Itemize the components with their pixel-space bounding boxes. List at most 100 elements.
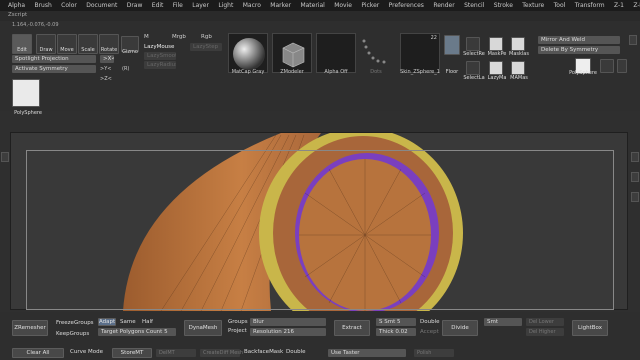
target-polygons-slider[interactable]: Target Polygons Count 5: [98, 328, 176, 336]
dots-stroke-icon: [362, 39, 386, 64]
right-side-button-1[interactable]: [631, 152, 639, 162]
gizmo-label: Gizmo: [122, 49, 138, 55]
z-axis-toggle[interactable]: >Z<: [100, 76, 112, 82]
menu-item-z-b[interactable]: Z-B: [633, 2, 640, 9]
menu-item-transform[interactable]: Transform: [575, 2, 605, 9]
create-diff-mesh-button[interactable]: CreateDiff Mesh: [200, 349, 243, 357]
right-side-button-3[interactable]: [631, 192, 639, 202]
menu-item-marker[interactable]: Marker: [270, 2, 291, 9]
activate-symmetry-button[interactable]: Activate Symmetry: [12, 65, 96, 73]
menu-item-edit[interactable]: Edit: [152, 2, 164, 9]
menu-item-tool[interactable]: Tool: [554, 2, 566, 9]
menu-item-z-1[interactable]: Z-1: [614, 2, 624, 9]
zmodeler-thumbnail[interactable]: [272, 33, 312, 73]
project-toggle[interactable]: Project: [228, 328, 247, 334]
mamask-label: MAMas: [510, 75, 528, 81]
menu-item-light[interactable]: Light: [218, 2, 233, 9]
x-axis-toggle[interactable]: >X<: [100, 55, 114, 63]
menu-item-alpha[interactable]: Alpha: [8, 2, 25, 9]
right-side-button-2[interactable]: [631, 172, 639, 182]
resolution-slider[interactable]: Resolution 216: [250, 328, 326, 336]
del-mt-button[interactable]: DelMT: [156, 349, 196, 357]
stroke-thumbnail[interactable]: [356, 33, 396, 73]
same-toggle[interactable]: Same: [120, 319, 136, 325]
mamask-button[interactable]: [511, 61, 525, 75]
store-mt-button[interactable]: StoreMT: [112, 348, 152, 358]
smt-toggle[interactable]: Smt: [484, 318, 522, 326]
menu-item-draw[interactable]: Draw: [127, 2, 143, 9]
groups-toggle[interactable]: Groups: [228, 319, 248, 325]
menu-item-picker[interactable]: Picker: [361, 2, 379, 9]
menu-item-color[interactable]: Color: [61, 2, 77, 9]
menu-item-document[interactable]: Document: [86, 2, 117, 9]
menu-item-stroke[interactable]: Stroke: [494, 2, 513, 9]
half-toggle[interactable]: Half: [142, 319, 153, 325]
alpha-thumbnail[interactable]: [316, 33, 356, 73]
clear-all-button[interactable]: Clear All: [12, 348, 64, 358]
lazymask-button[interactable]: [489, 61, 503, 75]
thick-slider[interactable]: Thick 0.02: [376, 328, 416, 336]
maskpen-label: MaskPe: [487, 51, 507, 57]
divide-button[interactable]: Divide: [442, 320, 478, 336]
material-label: MatCap Gray: [231, 69, 265, 75]
menu-item-preferences[interactable]: Preferences: [389, 2, 424, 9]
curve-mode-toggle[interactable]: Curve Mode: [70, 349, 103, 355]
del-higher-button[interactable]: Del Higher: [526, 328, 564, 336]
r-axis-toggle[interactable]: (R): [122, 66, 129, 72]
left-side-button[interactable]: [1, 152, 9, 162]
rgb-toggle[interactable]: Rgb: [201, 34, 212, 40]
polish-button[interactable]: Polish: [414, 349, 454, 357]
spotlight-projection-button[interactable]: Spotlight Projection: [12, 55, 96, 63]
selectrect-button[interactable]: [466, 37, 480, 51]
floor-button[interactable]: [444, 35, 460, 55]
double-side-toggle[interactable]: Double: [286, 349, 306, 355]
blur-slider[interactable]: Blur: [250, 318, 326, 326]
menu-item-movie[interactable]: Movie: [334, 2, 352, 9]
camera-button[interactable]: [600, 59, 614, 73]
material-thumbnail[interactable]: [228, 33, 268, 73]
menu-item-texture[interactable]: Texture: [522, 2, 544, 9]
scroll-up-button[interactable]: [629, 35, 637, 45]
zremesher-button[interactable]: ZRemesher: [12, 320, 48, 336]
freezegroups-toggle[interactable]: FreezeGroups: [56, 320, 94, 326]
lightbox-button[interactable]: LightBox: [572, 320, 608, 336]
scale-label: Scale: [81, 47, 95, 53]
s-smt-slider[interactable]: S Smt 5: [376, 318, 416, 326]
mrgb-toggle[interactable]: Mrgb: [172, 34, 186, 40]
extract-button[interactable]: Extract: [334, 320, 370, 336]
lazysmooth-slider[interactable]: LazySmooth: [144, 52, 176, 60]
mirror-and-weld-button[interactable]: Mirror And Weld: [538, 36, 620, 44]
menu-item-stencil[interactable]: Stencil: [464, 2, 484, 9]
lazystep-slider[interactable]: LazyStep: [190, 43, 222, 51]
lazyradius-slider[interactable]: LazyRadius: [144, 61, 176, 69]
menu-item-macro[interactable]: Macro: [243, 2, 261, 9]
maskpen-button[interactable]: [489, 37, 503, 51]
tool-slot-button[interactable]: [617, 59, 627, 73]
keepgroups-toggle[interactable]: KeepGroups: [56, 331, 89, 337]
menu-item-render[interactable]: Render: [433, 2, 454, 9]
backface-mask-toggle[interactable]: BackfaceMask: [244, 349, 283, 355]
delete-by-symmetry-button[interactable]: Delete By Symmetry: [538, 46, 620, 54]
y-axis-toggle[interactable]: >Y<: [100, 66, 111, 72]
masklasso-button[interactable]: [511, 37, 525, 51]
selectlasso-label: SelectLa: [463, 75, 485, 81]
menu-item-file[interactable]: File: [173, 2, 183, 9]
menu-item-layer[interactable]: Layer: [192, 2, 209, 9]
document-frame: [26, 150, 614, 310]
lazymouse-toggle[interactable]: LazyMouse: [144, 44, 174, 50]
coords-readout: 1.164,-0.076,-0.09: [12, 22, 59, 28]
del-lower-button[interactable]: Del Lower: [526, 318, 564, 326]
accept-button[interactable]: Accept: [420, 329, 439, 335]
m-toggle[interactable]: M: [144, 34, 149, 40]
matcap-sphere-icon: [233, 38, 265, 70]
polysphere-left-button[interactable]: [12, 79, 40, 107]
double-toggle[interactable]: Double: [420, 319, 440, 325]
menu-item-material[interactable]: Material: [300, 2, 324, 9]
use-taster-slider[interactable]: Use Taster: [328, 349, 406, 357]
menu-item-brush[interactable]: Brush: [34, 2, 51, 9]
move-label: Move: [60, 47, 74, 53]
dynamesh-button[interactable]: DynaMesh: [184, 320, 222, 336]
texture-thumbnail[interactable]: 22: [400, 33, 440, 73]
adapt-toggle[interactable]: Adapt: [98, 318, 116, 326]
selectlasso-button[interactable]: [466, 61, 480, 75]
